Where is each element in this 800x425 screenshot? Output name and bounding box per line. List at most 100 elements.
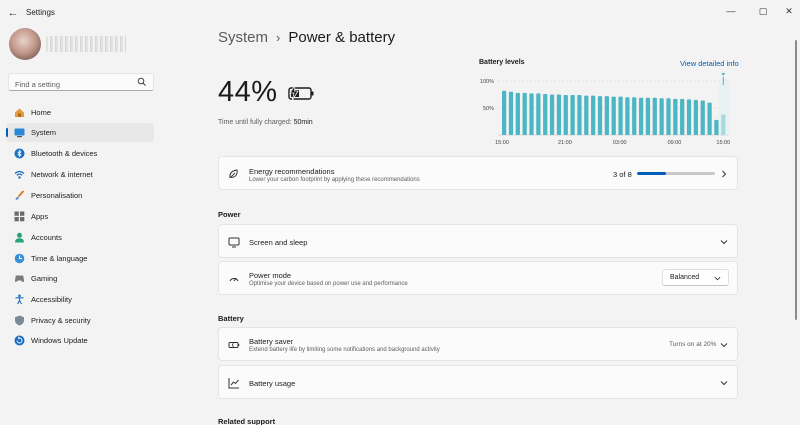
power-mode-value: Balanced bbox=[670, 274, 700, 281]
section-title-related-support: Related support bbox=[218, 417, 276, 425]
chart-bar bbox=[700, 100, 705, 135]
charge-time: Time until fully charged: 50min bbox=[218, 119, 313, 126]
battery-saver-title: Battery saver bbox=[249, 337, 294, 346]
bluetooth-icon bbox=[14, 148, 25, 159]
chart-bar bbox=[597, 96, 603, 135]
sidebar-item-accounts[interactable]: Accounts bbox=[6, 228, 154, 247]
usage-chart-icon bbox=[228, 378, 239, 389]
chart-bar bbox=[522, 92, 527, 135]
sidebar-item-label: Accounts bbox=[31, 233, 62, 242]
profile-avatar[interactable] bbox=[9, 28, 41, 60]
sidebar-item-system[interactable]: System bbox=[6, 123, 154, 142]
charge-time-label: Time until fully charged: bbox=[218, 119, 292, 126]
battery-usage-card[interactable]: Battery usage bbox=[218, 365, 738, 399]
chart-bar bbox=[714, 119, 719, 135]
battery-saver-status: Turns on at 20% bbox=[669, 341, 717, 348]
sidebar-item-label: Network & internet bbox=[31, 170, 93, 179]
chart-bar bbox=[556, 94, 562, 135]
chart-current-highlight bbox=[719, 79, 729, 135]
power-mode-title: Power mode bbox=[249, 271, 292, 280]
sidebar-item-label: System bbox=[31, 128, 57, 137]
chart-bar bbox=[625, 97, 630, 135]
battery-levels-chart: 100% 50% 15:00 21:00 03:00 09:00 15:00 bbox=[480, 73, 730, 146]
sidebar-item-network[interactable]: Network & internet bbox=[6, 165, 154, 184]
title-bar: ← Settings — ▢ ✕ bbox=[0, 0, 800, 26]
close-button[interactable]: ✕ bbox=[780, 4, 798, 18]
chart-bar bbox=[632, 97, 637, 135]
power-mode-subtitle: Optimise your device based on power use … bbox=[249, 281, 408, 287]
page-title: Power & battery bbox=[288, 29, 396, 46]
active-indicator bbox=[6, 128, 8, 137]
energy-card-subtitle: Lower your carbon footprint by applying … bbox=[249, 177, 420, 183]
chart-x-tick-label: 09:00 bbox=[668, 140, 682, 146]
leaf-icon bbox=[229, 169, 238, 179]
chart-bar bbox=[673, 98, 678, 135]
sidebar-item-label: Windows Update bbox=[31, 336, 88, 345]
screen-sleep-title: Screen and sleep bbox=[249, 238, 308, 247]
energy-card-title: Energy recommendations bbox=[249, 167, 335, 176]
scrollbar[interactable] bbox=[795, 40, 797, 320]
chart-bar bbox=[645, 97, 651, 135]
screen-and-sleep-card[interactable]: Screen and sleep bbox=[218, 224, 738, 258]
update-icon bbox=[14, 335, 25, 346]
sidebar-item-privacy[interactable]: Privacy & security bbox=[6, 311, 154, 330]
sidebar-item-label: Time & language bbox=[31, 254, 88, 263]
sidebar-item-label: Gaming bbox=[31, 274, 58, 283]
sidebar-item-time-language[interactable]: Time & language bbox=[6, 249, 154, 268]
sidebar-item-windows-update[interactable]: Windows Update bbox=[6, 331, 154, 350]
accounts-icon bbox=[15, 232, 24, 243]
battery-usage-title: Battery usage bbox=[249, 379, 296, 388]
chart-bar bbox=[543, 93, 548, 135]
chart-bar bbox=[536, 93, 541, 135]
chevron-down-icon bbox=[720, 240, 728, 245]
minimize-button[interactable]: — bbox=[722, 4, 740, 18]
sidebar-item-bluetooth[interactable]: Bluetooth & devices bbox=[6, 144, 154, 163]
wifi-icon bbox=[14, 170, 25, 179]
chevron-down-icon bbox=[720, 381, 728, 386]
search-input[interactable] bbox=[9, 76, 129, 93]
profile-name-redacted bbox=[46, 36, 126, 52]
sidebar-item-gaming[interactable]: Gaming bbox=[6, 269, 154, 288]
view-detailed-info-link[interactable]: View detailed info bbox=[680, 59, 739, 68]
screen-sleep-icon bbox=[228, 237, 240, 248]
gamepad-icon bbox=[15, 275, 24, 283]
chart-bar bbox=[680, 98, 685, 135]
battery-saver-subtitle: Extend battery life by limiting some not… bbox=[249, 347, 440, 353]
chart-bar bbox=[618, 96, 623, 135]
chart-bar bbox=[652, 97, 657, 135]
search-icon[interactable] bbox=[137, 77, 147, 87]
home-icon bbox=[15, 108, 24, 117]
sidebar-item-home[interactable]: Home bbox=[6, 103, 154, 122]
sidebar-item-personalisation[interactable]: Personalisation bbox=[6, 186, 154, 205]
chart-current-marker bbox=[721, 73, 726, 76]
chart-bar bbox=[611, 96, 616, 135]
breadcrumb-parent[interactable]: System bbox=[218, 29, 268, 46]
chart-bar bbox=[515, 92, 520, 135]
maximize-button[interactable]: ▢ bbox=[754, 4, 772, 18]
sidebar-item-apps[interactable]: Apps bbox=[6, 207, 154, 226]
chart-bar bbox=[638, 97, 644, 135]
battery-saver-card[interactable]: Battery saver Extend battery life by lim… bbox=[218, 327, 738, 361]
chart-bar bbox=[659, 98, 664, 135]
power-mode-icon bbox=[229, 277, 239, 282]
chart-bar bbox=[570, 95, 575, 135]
shield-icon bbox=[15, 315, 24, 326]
sidebar-item-label: Apps bbox=[31, 212, 49, 221]
sidebar-item-label: Home bbox=[31, 108, 52, 117]
sidebar-item-label: Privacy & security bbox=[31, 316, 91, 325]
chart-x-tick-label: 03:00 bbox=[613, 140, 627, 146]
sidebar-item-accessibility[interactable]: Accessibility bbox=[6, 290, 154, 309]
brush-icon bbox=[15, 190, 25, 200]
app-title: Settings bbox=[26, 8, 55, 17]
chart-bar bbox=[591, 95, 596, 135]
search-box[interactable] bbox=[8, 73, 154, 93]
chart-x-tick-label: 15:00 bbox=[716, 140, 730, 146]
power-mode-dropdown[interactable]: Balanced bbox=[662, 269, 729, 286]
charge-time-value: 50min bbox=[293, 119, 313, 126]
back-arrow-icon[interactable]: ← bbox=[6, 6, 20, 20]
chart-bar bbox=[666, 98, 671, 135]
section-title-battery: Battery bbox=[218, 314, 244, 323]
chart-bar bbox=[577, 95, 582, 135]
chart-x-tick-label: 21:00 bbox=[558, 140, 572, 146]
chart-bar bbox=[693, 99, 699, 135]
